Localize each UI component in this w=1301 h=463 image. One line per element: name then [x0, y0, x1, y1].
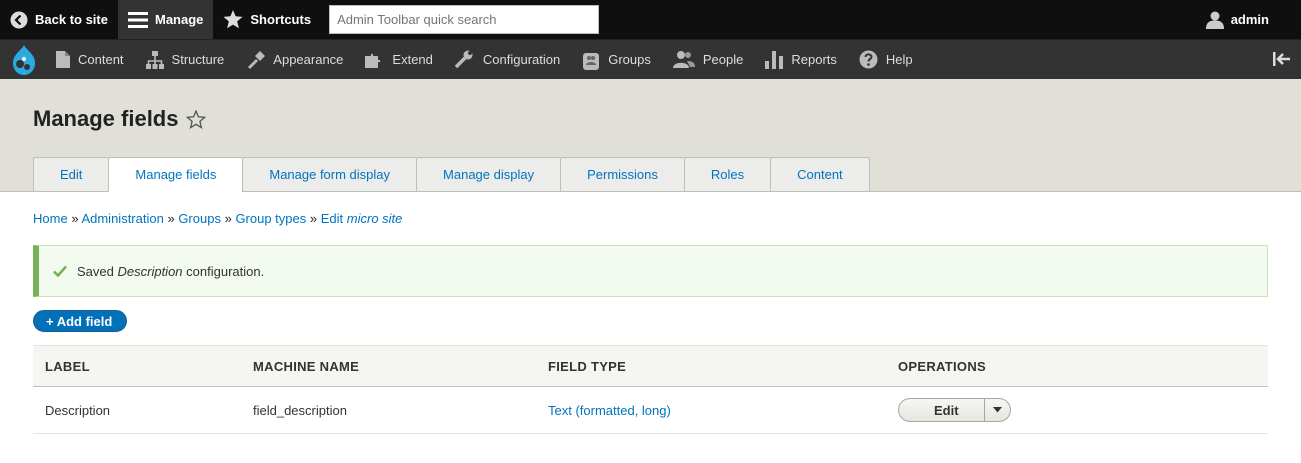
tray-item-groups[interactable]: Groups	[574, 40, 665, 80]
tab-permissions[interactable]: Permissions	[560, 157, 684, 192]
column-header-operations: OPERATIONS	[886, 345, 1268, 387]
field-type-link[interactable]: Text (formatted, long)	[548, 403, 671, 418]
people-icon	[672, 51, 695, 68]
collapse-toolbar-icon[interactable]	[1271, 49, 1291, 72]
tray-item-reports[interactable]: Reports	[757, 40, 851, 80]
tray-item-label: Help	[885, 52, 913, 67]
shortcut-star-icon[interactable]	[186, 109, 207, 129]
operations-cell: Edit	[886, 386, 1268, 434]
paintbrush-icon	[248, 50, 266, 69]
message-em: Description	[117, 263, 183, 279]
tray-item-label: Groups	[608, 52, 651, 67]
tab-label: Permissions	[587, 167, 658, 182]
tray-item-appearance[interactable]: Appearance	[238, 40, 357, 80]
tab-roles[interactable]: Roles	[683, 157, 771, 192]
breadcrumb-groups[interactable]: Groups	[178, 211, 221, 226]
tray-item-label: Configuration	[482, 52, 561, 67]
tray-item-label: Structure	[171, 52, 225, 67]
structure-icon	[145, 50, 164, 69]
tray-item-structure[interactable]: Structure	[138, 40, 239, 80]
breadcrumb-home[interactable]: Home	[33, 211, 68, 226]
fields-table: LABEL MACHINE NAME FIELD TYPE OPERATIONS…	[33, 345, 1268, 434]
tray-item-extend[interactable]: Extend	[357, 40, 446, 80]
tray-item-content[interactable]: Content	[48, 40, 138, 80]
checkmark-icon	[53, 265, 67, 277]
edit-operation-button[interactable]: Edit	[899, 399, 984, 421]
tray-item-label: Appearance	[273, 52, 344, 67]
page-title: Manage fields	[33, 106, 207, 132]
puzzle-icon	[365, 53, 381, 68]
breadcrumb-separator: »	[167, 211, 175, 226]
tray-item-label: Content	[78, 52, 124, 67]
user-icon	[1205, 11, 1224, 29]
tab-manage-form-display[interactable]: Manage form display	[242, 157, 417, 192]
user-menu[interactable]: admin	[1196, 0, 1279, 39]
page-title-text: Manage fields	[33, 106, 179, 131]
column-header-machine-name: MACHINE NAME	[241, 345, 536, 387]
shortcuts-label: Shortcuts	[250, 12, 312, 27]
admin-tray: Content Structure Appearance Extend Conf…	[0, 39, 1301, 79]
tab-label: Content	[797, 167, 843, 182]
column-header-label: LABEL	[33, 345, 241, 387]
tab-label: Edit	[60, 167, 83, 182]
tray-item-label: People	[702, 52, 744, 67]
status-message-text: Saved Description configuration.	[77, 264, 264, 279]
manage-tab[interactable]: Manage	[117, 0, 214, 39]
back-arrow-icon	[10, 11, 28, 28]
page-header: Manage fields Edit Manage fields Manage …	[0, 79, 1301, 192]
machine-name-cell: field_description	[241, 386, 536, 434]
breadcrumb-edit-prefix: Edit	[320, 211, 344, 226]
tray-item-help[interactable]: Help	[851, 40, 927, 80]
admin-quick-search-input[interactable]	[329, 5, 600, 34]
page-icon	[56, 51, 70, 68]
help-icon	[859, 50, 878, 69]
breadcrumb: Home » Administration » Groups » Group t…	[33, 211, 402, 226]
message-suffix: configuration.	[186, 263, 265, 279]
tab-manage-fields[interactable]: Manage fields	[108, 157, 243, 192]
operations-dropbutton: Edit	[898, 398, 1011, 422]
tray-item-configuration[interactable]: Configuration	[447, 40, 574, 80]
bar-chart-icon	[765, 50, 784, 69]
table-row: Description field_description Text (form…	[33, 386, 1268, 434]
manage-label: Manage	[154, 12, 204, 27]
breadcrumb-separator: »	[71, 211, 79, 226]
dropbutton-toggle[interactable]	[983, 399, 1010, 421]
tab-manage-display[interactable]: Manage display	[416, 157, 561, 192]
breadcrumb-edit-micro-site[interactable]: Edit micro site	[321, 211, 403, 226]
breadcrumb-group-types[interactable]: Group types	[235, 211, 306, 226]
groups-icon	[583, 52, 600, 70]
tray-item-label: Reports	[791, 52, 837, 67]
tab-label: Roles	[710, 167, 745, 182]
table-header-row: LABEL MACHINE NAME FIELD TYPE OPERATIONS	[33, 345, 1268, 387]
field-label-cell: Description	[33, 386, 241, 434]
tab-label: Manage fields	[135, 167, 217, 182]
star-icon	[223, 10, 243, 29]
wrench-icon	[454, 50, 473, 69]
tray-item-label: Extend	[392, 52, 433, 67]
primary-tabs: Edit Manage fields Manage form display M…	[33, 157, 870, 192]
breadcrumb-administration[interactable]: Administration	[81, 211, 163, 226]
admin-toolbar: Back to site Manage Shortcuts admin	[0, 0, 1301, 39]
shortcuts-tab[interactable]: Shortcuts	[213, 0, 321, 39]
back-to-site-link[interactable]: Back to site	[0, 0, 118, 39]
back-to-site-label: Back to site	[35, 12, 108, 27]
breadcrumb-separator: »	[309, 211, 318, 226]
status-message: Saved Description configuration.	[33, 245, 1268, 297]
tab-label: Manage display	[443, 167, 535, 182]
tab-content[interactable]: Content	[770, 157, 870, 192]
message-prefix: Saved	[77, 263, 114, 279]
breadcrumb-edit-em: micro site	[346, 211, 403, 226]
user-label: admin	[1230, 12, 1269, 27]
hamburger-icon	[127, 11, 148, 28]
field-type-cell: Text (formatted, long)	[536, 386, 886, 434]
chevron-down-icon	[992, 407, 1002, 413]
add-field-button[interactable]: + Add field	[33, 310, 128, 332]
tab-label: Manage form display	[269, 167, 391, 182]
tab-edit[interactable]: Edit	[33, 157, 109, 192]
column-header-field-type: FIELD TYPE	[536, 345, 886, 387]
tray-item-people[interactable]: People	[665, 40, 757, 80]
breadcrumb-separator: »	[224, 211, 232, 226]
drupal-logo-icon[interactable]	[0, 44, 48, 75]
